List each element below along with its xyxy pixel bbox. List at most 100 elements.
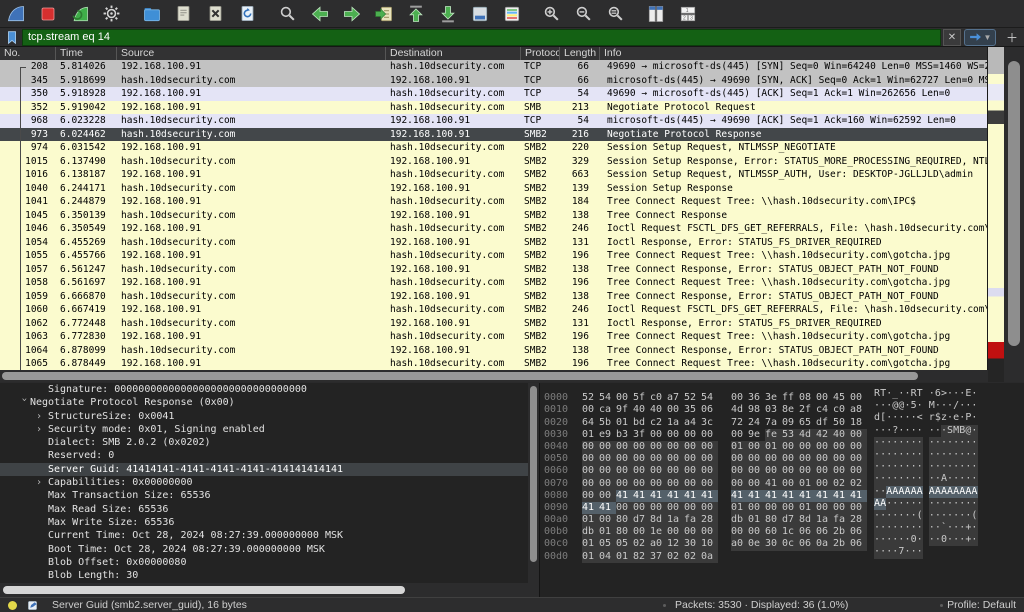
- hex-row[interactable]: 0020645b01bdc21aa43c72247a0965df5018d[··…: [540, 412, 1024, 424]
- capture-comment-icon[interactable]: [27, 600, 38, 611]
- packet-row[interactable]: 9686.023228hash.10dsecurity.com192.168.1…: [0, 114, 988, 128]
- packet-row[interactable]: 10456.350139hash.10dsecurity.com192.168.…: [0, 209, 988, 223]
- resize-columns-icon[interactable]: [644, 2, 667, 25]
- packet-row[interactable]: 10606.667419192.168.100.91hash.10dsecuri…: [0, 303, 988, 317]
- detail-row[interactable]: Max Write Size: 65536: [0, 516, 528, 529]
- expander-closed-icon[interactable]: ›: [36, 476, 48, 489]
- layout-sections-icon[interactable]: 123: [676, 2, 699, 25]
- packet-row[interactable]: 10576.561247hash.10dsecurity.com192.168.…: [0, 263, 988, 277]
- auto-scroll-icon[interactable]: [468, 2, 491, 25]
- packet-row[interactable]: 3455.918699hash.10dsecurity.com192.168.1…: [0, 74, 988, 88]
- go-forward-icon[interactable]: [340, 2, 363, 25]
- find-packet-icon[interactable]: [276, 2, 299, 25]
- packet-row[interactable]: 10166.138187192.168.100.91hash.10dsecuri…: [0, 168, 988, 182]
- restart-capture-icon[interactable]: [68, 2, 91, 25]
- packet-row[interactable]: 10646.878099hash.10dsecurity.com192.168.…: [0, 344, 988, 358]
- column-header-info[interactable]: Info: [599, 47, 1024, 60]
- detail-row[interactable]: Max Transaction Size: 65536: [0, 489, 528, 502]
- packet-row[interactable]: 10586.561697192.168.100.91hash.10dsecuri…: [0, 276, 988, 290]
- packet-row[interactable]: 10156.137490hash.10dsecurity.com192.168.…: [0, 155, 988, 169]
- detail-row[interactable]: Dialect: SMB 2.0.2 (0x0202): [0, 436, 528, 449]
- column-header-length[interactable]: Length: [559, 47, 599, 60]
- packet-list-hscroll-thumb[interactable]: [2, 372, 918, 380]
- filter-apply-caret-icon[interactable]: ▼: [984, 33, 992, 42]
- open-file-folder-icon[interactable]: [140, 2, 163, 25]
- packet-row[interactable]: 10546.455269hash.10dsecurity.com192.168.…: [0, 236, 988, 250]
- filter-apply-button[interactable]: ▼: [964, 29, 996, 46]
- filter-add-button[interactable]: ＋: [1004, 30, 1020, 45]
- detail-row[interactable]: Blob Offset: 0x00000080: [0, 556, 528, 569]
- capture-options-gear-icon[interactable]: [100, 2, 123, 25]
- details-hscrollbar[interactable]: [0, 583, 539, 597]
- hex-row[interactable]: 005000000000000000000000000000000000····…: [540, 449, 1024, 461]
- hex-row[interactable]: 00005254005fc0a7525400363eff08004500RT·_…: [540, 388, 1024, 400]
- packet-row[interactable]: 2085.814026192.168.100.91hash.10dsecurit…: [0, 60, 988, 74]
- go-first-packet-icon[interactable]: [404, 2, 427, 25]
- detail-row[interactable]: Max Read Size: 65536: [0, 503, 528, 516]
- detail-row[interactable]: ›Capabilities: 0x00000000: [0, 476, 528, 489]
- detail-row[interactable]: Current Time: Oct 28, 2024 08:27:39.0000…: [0, 529, 528, 542]
- packet-list-minimap[interactable]: [987, 47, 1004, 382]
- column-header-time[interactable]: Time: [55, 47, 116, 60]
- hex-row[interactable]: 009041410000000000000100000001000000AA··…: [540, 498, 1024, 510]
- profile-label[interactable]: Profile: Default: [947, 598, 1016, 612]
- hex-row[interactable]: 00a0010080d78d1afa28db0180d78d1afa28····…: [540, 510, 1024, 522]
- go-last-packet-icon[interactable]: [436, 2, 459, 25]
- column-header-source[interactable]: Source: [116, 47, 385, 60]
- hex-row[interactable]: 00c001050502a0123010a00e300c060a2b06····…: [540, 534, 1024, 546]
- hex-row[interactable]: 008000004141414141414141414141414141··AA…: [540, 486, 1024, 498]
- zoom-out-icon[interactable]: [572, 2, 595, 25]
- detail-row[interactable]: Reserved: 0: [0, 449, 528, 462]
- detail-row[interactable]: Blob Length: 30: [0, 569, 528, 582]
- detail-row[interactable]: ›Negotiate Protocol Response (0x00): [0, 396, 528, 409]
- detail-row[interactable]: Server Guid: 41414141-4141-4141-4141-414…: [0, 463, 528, 476]
- packet-list-vscroll-thumb[interactable]: [1008, 61, 1020, 346]
- go-back-icon[interactable]: [308, 2, 331, 25]
- details-vscrollbar[interactable]: [528, 383, 539, 583]
- packet-row[interactable]: 10656.878449192.168.100.91hash.10dsecuri…: [0, 357, 988, 370]
- packet-row[interactable]: 3525.919042192.168.100.91hash.10dsecurit…: [0, 101, 988, 115]
- detail-row[interactable]: Signature: 00000000000000000000000000000…: [0, 383, 528, 396]
- expander-closed-icon[interactable]: ›: [36, 423, 48, 436]
- zoom-in-icon[interactable]: [540, 2, 563, 25]
- stop-capture-icon[interactable]: [36, 2, 59, 25]
- hex-row[interactable]: 006000000000000000000000000000000000····…: [540, 461, 1024, 473]
- hex-row[interactable]: 007000000000000000000000410001000202····…: [540, 473, 1024, 485]
- hex-row[interactable]: 003001e9b33f00000000009efe534d424000···?…: [540, 425, 1024, 437]
- reload-file-icon[interactable]: [236, 2, 259, 25]
- column-header-destination[interactable]: Destination: [385, 47, 520, 60]
- packet-row[interactable]: 10626.772448hash.10dsecurity.com192.168.…: [0, 317, 988, 331]
- hex-dump-pane[interactable]: 00005254005fc0a7525400363eff08004500RT·_…: [539, 383, 1024, 597]
- details-hscroll-thumb[interactable]: [3, 586, 405, 594]
- packet-row[interactable]: 10416.244879192.168.100.91hash.10dsecuri…: [0, 195, 988, 209]
- packet-row[interactable]: 9736.024462hash.10dsecurity.com192.168.1…: [0, 128, 988, 142]
- go-to-packet-icon[interactable]: [372, 2, 395, 25]
- column-header-protocol[interactable]: Protocol: [520, 47, 559, 60]
- expander-open-icon[interactable]: ›: [17, 397, 30, 409]
- details-vscroll-thumb[interactable]: [530, 386, 537, 562]
- packet-row[interactable]: 10596.666870hash.10dsecurity.com192.168.…: [0, 290, 988, 304]
- packet-row[interactable]: 10636.772830192.168.100.91hash.10dsecuri…: [0, 330, 988, 344]
- packet-row[interactable]: 10466.350549192.168.100.91hash.10dsecuri…: [0, 222, 988, 236]
- detail-row[interactable]: ›StructureSize: 0x0041: [0, 410, 528, 423]
- hex-row[interactable]: 004000000000000000000100010000000000····…: [540, 437, 1024, 449]
- filter-bookmark-icon[interactable]: [5, 30, 19, 45]
- detail-row[interactable]: ›Security mode: 0x01, Signing enabled: [0, 423, 528, 436]
- packet-row[interactable]: 10556.455766192.168.100.91hash.10dsecuri…: [0, 249, 988, 263]
- expert-info-icon[interactable]: [8, 601, 17, 610]
- hex-row[interactable]: 00b0db0180001e0000000000601c06062b06····…: [540, 522, 1024, 534]
- packet-row[interactable]: 10406.244171hash.10dsecurity.com192.168.…: [0, 182, 988, 196]
- packet-list-vscrollbar[interactable]: [1004, 47, 1024, 382]
- zoom-reset-icon[interactable]: [604, 2, 627, 25]
- expander-closed-icon[interactable]: ›: [36, 410, 48, 423]
- packet-row[interactable]: 3505.918928192.168.100.91hash.10dsecurit…: [0, 87, 988, 101]
- packet-list-hscrollbar[interactable]: [0, 370, 988, 382]
- save-file-icon[interactable]: [172, 2, 195, 25]
- display-filter-input[interactable]: [22, 29, 941, 46]
- colorize-packets-icon[interactable]: [500, 2, 523, 25]
- detail-row[interactable]: Boot Time: Oct 28, 2024 08:27:39.0000000…: [0, 543, 528, 556]
- packet-row[interactable]: 9746.031542192.168.100.91hash.10dsecurit…: [0, 141, 988, 155]
- column-header-no[interactable]: No.: [0, 47, 55, 60]
- close-file-icon[interactable]: [204, 2, 227, 25]
- filter-clear-icon[interactable]: ✕: [943, 29, 961, 46]
